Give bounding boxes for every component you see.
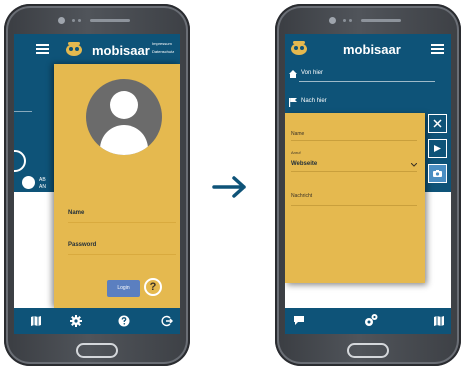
logout-icon[interactable]: [161, 315, 173, 327]
send-icon: [434, 145, 441, 152]
password-label: Password: [68, 242, 97, 248]
chevron-down-icon[interactable]: [411, 163, 417, 167]
mobisaar-logo-icon: [291, 41, 307, 55]
phone-frame-left: mobisaar Impressum Datenschutz AB AN Nam…: [4, 4, 190, 366]
feedback-screen: mobisaar Von hier Nach hier Name Anruf W…: [285, 34, 451, 334]
home-button[interactable]: [76, 343, 118, 358]
login-button[interactable]: Login: [107, 280, 140, 297]
app-title: mobisaar: [343, 42, 401, 57]
contact-type-select[interactable]: Webseite: [291, 161, 317, 167]
speaker-slot: [361, 19, 401, 22]
feedback-panel: Name Anruf Webseite Nachricht: [285, 113, 425, 283]
to-field[interactable]: Nach hier: [301, 98, 327, 104]
sensor-dot: [78, 19, 81, 22]
contact-type-label: Anruf: [291, 150, 301, 155]
app-header: mobisaar Impressum Datenschutz: [14, 34, 180, 64]
map-icon[interactable]: [30, 315, 42, 327]
sensor-dot: [343, 19, 346, 22]
message-input[interactable]: [291, 205, 417, 206]
name-label: Name: [68, 210, 85, 216]
camera-icon: [433, 170, 442, 177]
close-button[interactable]: [428, 114, 447, 133]
help-circle-icon[interactable]: [118, 315, 130, 327]
help-button[interactable]: ?: [144, 278, 162, 296]
gears-icon[interactable]: [363, 313, 379, 328]
home-button[interactable]: [347, 343, 389, 358]
sensor-dot: [72, 19, 75, 22]
background-label-an: AN: [39, 184, 46, 190]
camera-lens: [58, 17, 65, 24]
home-icon: [289, 70, 297, 78]
flag-icon: [289, 98, 297, 107]
background-divider: [14, 111, 32, 112]
password-input[interactable]: [68, 254, 176, 255]
datenschutz-link[interactable]: Datenschutz: [152, 49, 174, 54]
send-button[interactable]: [428, 139, 447, 158]
phone-frame-right: mobisaar Von hier Nach hier Name Anruf W…: [275, 4, 461, 366]
app-header: mobisaar: [285, 34, 451, 64]
phone-speaker-area: [4, 15, 190, 27]
close-icon: [433, 119, 442, 128]
hamburger-menu-icon[interactable]: [431, 44, 444, 54]
chat-icon[interactable]: [293, 315, 305, 326]
camera-button[interactable]: [428, 164, 447, 183]
user-avatar-icon: [86, 79, 162, 155]
background-toggle-knob: [22, 176, 35, 189]
bottom-navigation: [285, 308, 451, 334]
background-label-ab: AB: [39, 177, 46, 183]
feedback-name-label: Name: [291, 131, 305, 137]
login-panel: Name Password Login ?: [54, 64, 180, 308]
right-arrow-icon: [212, 176, 246, 198]
sensor-dot: [349, 19, 352, 22]
camera-lens: [329, 17, 336, 24]
mobisaar-logo-icon: [66, 42, 82, 56]
background-map-area: [14, 192, 54, 292]
map-icon[interactable]: [433, 315, 445, 327]
from-field[interactable]: Von hier: [301, 70, 323, 76]
message-label: Nachricht: [291, 193, 313, 199]
contact-select-underline: [291, 171, 417, 172]
background-map-area: [425, 192, 451, 292]
app-title: mobisaar: [92, 43, 150, 58]
gear-icon[interactable]: [70, 315, 82, 327]
phone-speaker-area: [275, 15, 461, 27]
name-input[interactable]: [68, 222, 176, 223]
hamburger-menu-icon[interactable]: [36, 44, 49, 54]
from-field-underline: [299, 81, 435, 82]
login-screen: mobisaar Impressum Datenschutz AB AN Nam…: [14, 34, 180, 334]
background-circle: [14, 150, 26, 172]
impressum-link[interactable]: Impressum: [152, 41, 172, 46]
speaker-slot: [90, 19, 130, 22]
background-map-area: [285, 283, 451, 292]
bottom-navigation: [14, 308, 180, 334]
feedback-name-input[interactable]: [291, 140, 417, 141]
